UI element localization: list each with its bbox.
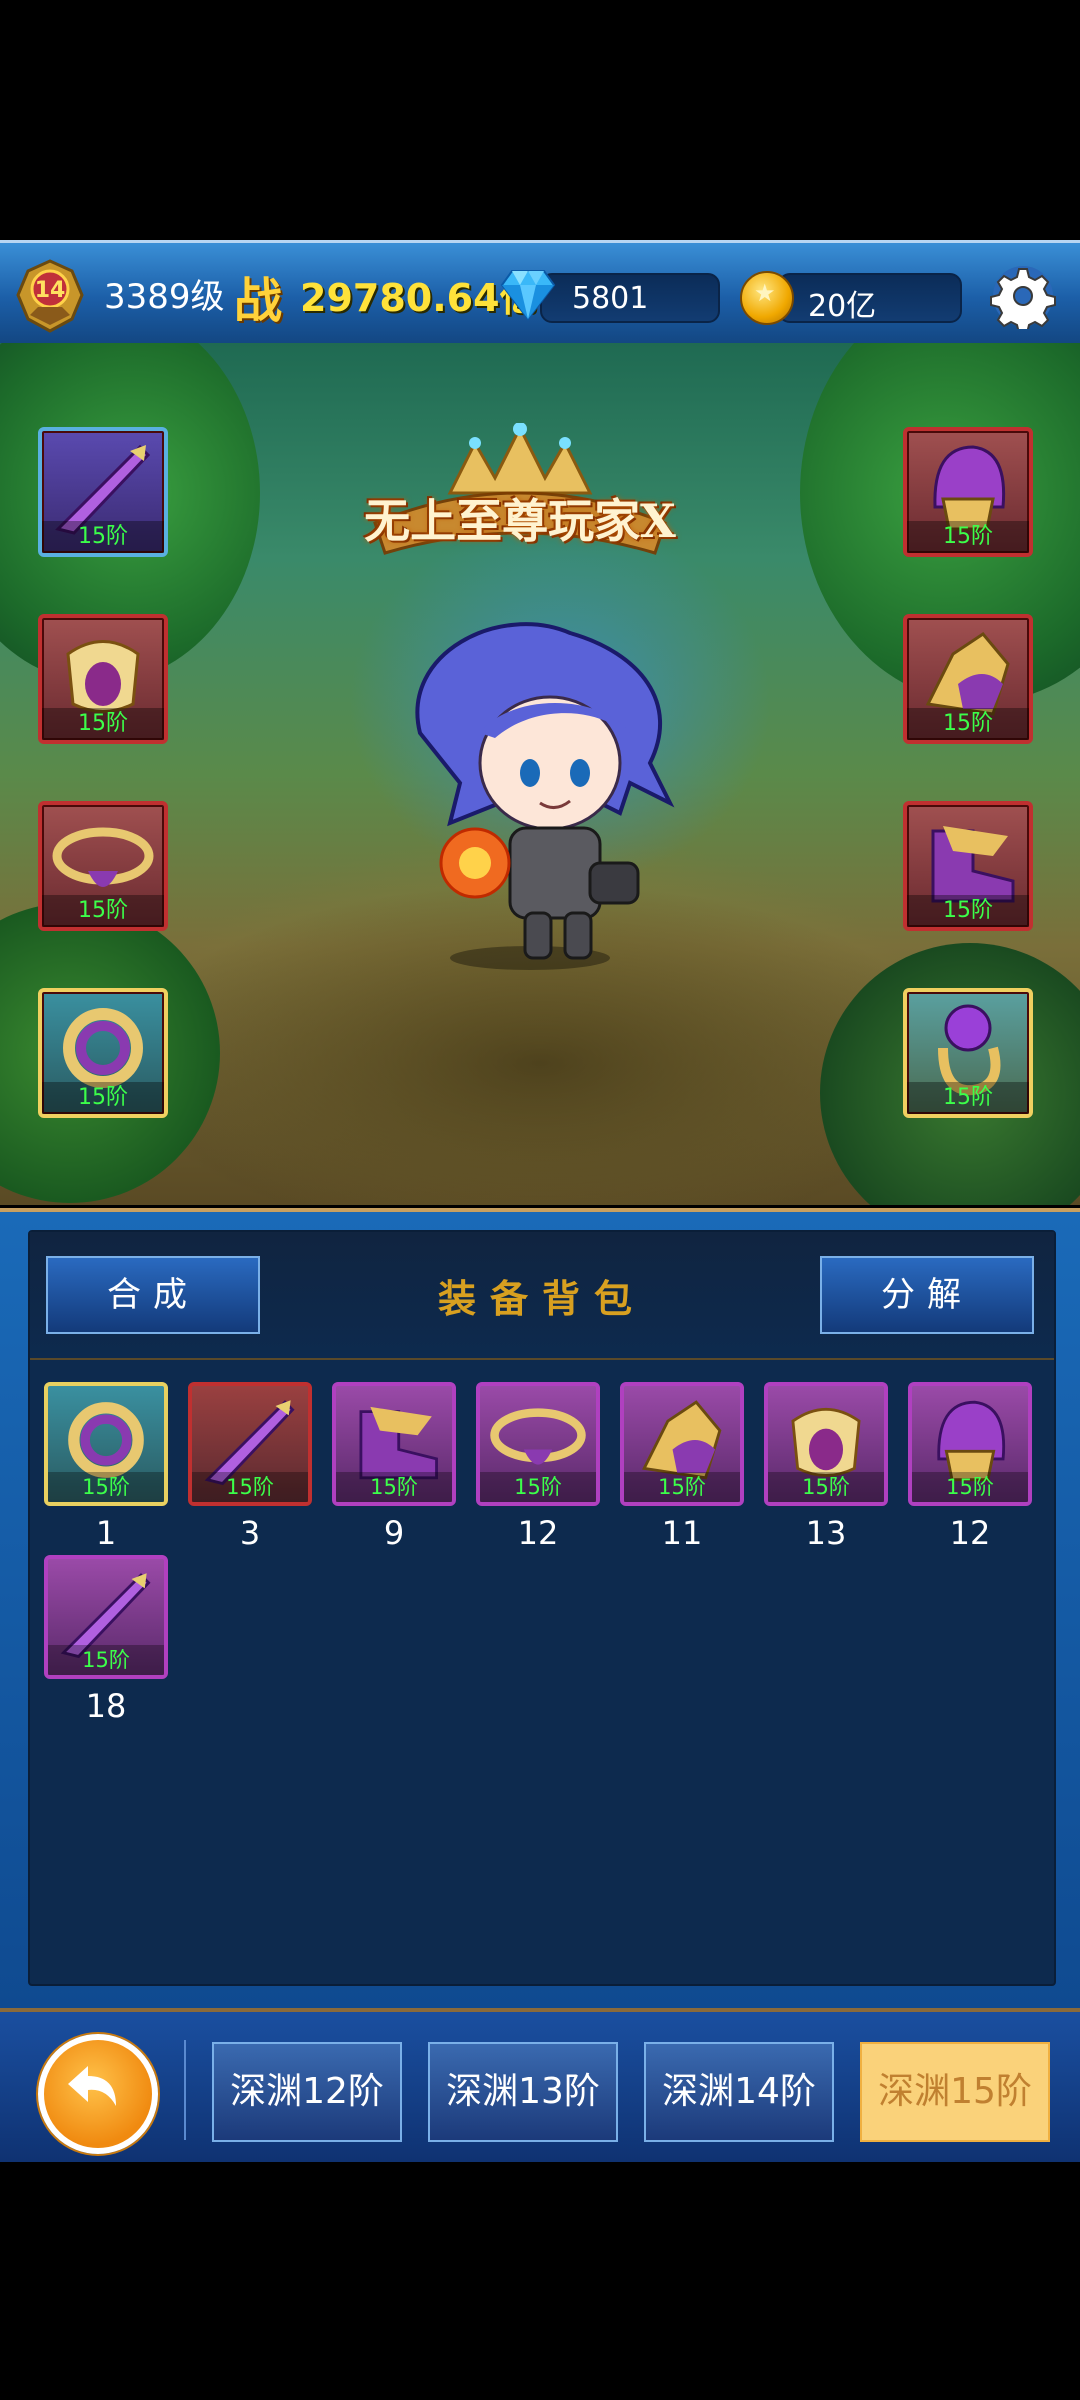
tab-abyss-15[interactable]: 深渊15阶 <box>860 2042 1050 2142</box>
tab-abyss-14[interactable]: 深渊14阶 <box>644 2042 834 2142</box>
bag-item-tier: 15阶 <box>768 1472 884 1502</box>
equip-slot-tier: 15阶 <box>907 1082 1029 1114</box>
equip-slot-ring[interactable]: 15阶 <box>903 988 1033 1118</box>
equip-slot-necklace[interactable]: 15阶 <box>38 988 168 1118</box>
bag-item[interactable]: 15阶 11 <box>620 1382 744 1552</box>
tab-abyss-12[interactable]: 深渊12阶 <box>212 2042 402 2142</box>
bag-item-tier: 15阶 <box>336 1472 452 1502</box>
player-level: 3389级 <box>104 277 225 317</box>
rank-badge-value: 14 <box>35 278 66 303</box>
bag-item-tier: 15阶 <box>624 1472 740 1502</box>
back-button[interactable] <box>38 2034 158 2154</box>
bag-item[interactable]: 15阶 12 <box>476 1382 600 1552</box>
equip-slot-tier: 15阶 <box>907 708 1029 740</box>
bag-item-tier: 15阶 <box>912 1472 1028 1502</box>
player-character-sprite[interactable] <box>380 613 700 973</box>
equip-slot-helmet[interactable]: 15阶 <box>903 427 1033 557</box>
diamond-amount: 5801 <box>572 281 649 316</box>
divider <box>184 2040 186 2140</box>
bag-item-tier: 15阶 <box>192 1472 308 1502</box>
player-title-banner: 无上至尊玩家X <box>355 422 685 573</box>
bag-item-count: 1 <box>95 1514 117 1552</box>
bag-item-icon: 15阶 <box>620 1382 744 1506</box>
bag-item[interactable]: 15阶 1 <box>44 1382 168 1552</box>
back-arrow-icon <box>68 2066 116 2106</box>
bag-item-icon: 15阶 <box>476 1382 600 1506</box>
bag-title: 装备背包 <box>437 1277 646 1321</box>
equip-slot-weapon[interactable]: 15阶 <box>38 427 168 557</box>
equip-slot-boots[interactable]: 15阶 <box>903 801 1033 931</box>
bag-item[interactable]: 15阶 3 <box>188 1382 312 1552</box>
bag-item-tier: 15阶 <box>48 1472 164 1502</box>
bag-item-count: 18 <box>85 1687 127 1725</box>
decompose-button[interactable]: 分解 <box>820 1256 1034 1334</box>
equip-slot-tier: 15阶 <box>42 708 164 740</box>
top-status-bar: 14 3389级 战 29780.64亿 5801 20亿 <box>0 240 1080 346</box>
diamond-counter[interactable]: 5801 <box>540 273 720 323</box>
compose-button[interactable]: 合成 <box>46 1256 260 1334</box>
gold-coin-icon <box>740 271 794 325</box>
equipment-bag-panel: 合成 装备背包 分解 15阶 1 15阶 3 15阶 9 15阶 12 15阶 … <box>28 1230 1056 1986</box>
bag-item-icon: 15阶 <box>908 1382 1032 1506</box>
equip-slot-tier: 15阶 <box>42 521 164 553</box>
equip-slot-tier: 15阶 <box>907 521 1029 553</box>
bag-item[interactable]: 15阶 9 <box>332 1382 456 1552</box>
bag-item-tier: 15阶 <box>480 1472 596 1502</box>
bag-item-icon: 15阶 <box>44 1555 168 1679</box>
bag-item-icon: 15阶 <box>332 1382 456 1506</box>
equip-slot-tier: 15阶 <box>42 1082 164 1114</box>
player-title-text: 无上至尊玩家X <box>364 494 676 548</box>
combat-power-icon: 战 <box>234 273 283 329</box>
equip-slot-belt[interactable]: 15阶 <box>38 801 168 931</box>
bag-item-count: 9 <box>383 1514 405 1552</box>
bag-item-icon: 15阶 <box>188 1382 312 1506</box>
bag-item[interactable]: 15阶 13 <box>764 1382 888 1552</box>
bag-item-count: 3 <box>239 1514 261 1552</box>
bag-panel-header: 合成 装备背包 分解 <box>30 1232 1054 1360</box>
bag-item[interactable]: 15阶 12 <box>908 1382 1032 1552</box>
equip-slot-tier: 15阶 <box>42 895 164 927</box>
character-equipment-scene: 无上至尊玩家X 15阶 15阶 15阶 15阶 15阶 15阶 15阶 15阶 <box>0 343 1080 1205</box>
bag-item-icon: 15阶 <box>44 1382 168 1506</box>
equip-slot-gauntlet[interactable]: 15阶 <box>903 614 1033 744</box>
bag-item-count: 12 <box>949 1514 991 1552</box>
bag-item-icon: 15阶 <box>764 1382 888 1506</box>
tab-abyss-13[interactable]: 深渊13阶 <box>428 2042 618 2142</box>
gold-counter[interactable]: 20亿 <box>778 273 962 324</box>
bag-item-count: 13 <box>805 1514 847 1552</box>
bottom-nav-bar: 深渊12阶 深渊13阶 深渊14阶 深渊15阶 <box>0 2008 1080 2162</box>
diamond-icon <box>500 270 556 321</box>
gear-icon[interactable] <box>990 263 1056 329</box>
equip-slot-armor[interactable]: 15阶 <box>38 614 168 744</box>
bag-item-count: 12 <box>517 1514 559 1552</box>
equip-slot-tier: 15阶 <box>907 895 1029 927</box>
gold-amount: 20亿 <box>808 289 877 324</box>
bag-item[interactable]: 15阶 18 <box>44 1555 168 1725</box>
bag-item-count: 11 <box>661 1514 703 1552</box>
rank-badge-icon[interactable]: 14 <box>10 255 90 335</box>
bag-item-tier: 15阶 <box>48 1645 164 1675</box>
